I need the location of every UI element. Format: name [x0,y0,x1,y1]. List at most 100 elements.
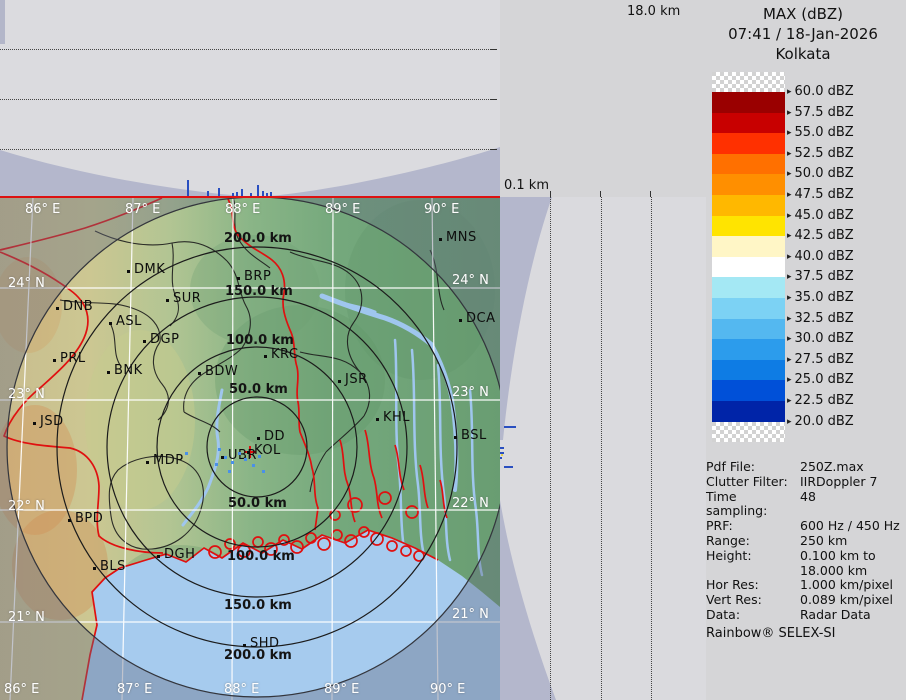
legend-entry: ▸60.0 dBZ [787,84,854,99]
legend-entry: ▸25.0 dBZ [787,372,854,387]
metadata-row: 18.000 km [706,564,906,579]
metadata-label: Pdf File: [706,460,800,475]
city-label: DNB [63,299,93,314]
legend-arrow-icon: ▸ [787,293,792,303]
panel-edge-strip [0,0,5,44]
graticule-label: 87° E [117,682,152,697]
city-dot [243,644,246,647]
city-dot [338,380,341,383]
echo-mark [252,464,255,467]
metadata-value: 18.000 km [800,564,906,579]
echo-mark [185,452,188,455]
range-ring-label: 50.0 km [229,382,288,397]
metadata-row: Height:0.100 km to [706,549,906,564]
city-label: JSD [40,414,64,429]
legend-arrow-icon: ▸ [787,396,792,406]
blind-cone-wedge-right [500,197,706,700]
metadata-label: Range: [706,534,800,549]
legend-checker-top [712,72,785,92]
metadata-value: 0.089 km/pixel [800,593,906,608]
legend-value-label: 40.0 dBZ [795,249,854,264]
echo-mark [231,461,234,464]
echo-mark [258,455,261,458]
top-height-projection-panel [0,0,500,197]
legend-value-label: 32.5 dBZ [795,311,854,326]
city-dot [127,270,130,273]
metadata-label: PRF: [706,519,800,534]
product-header: MAX (dBZ) 07:41 / 18-Jan-2026 Kolkata [700,4,906,64]
legend-checker-bottom [712,422,785,442]
city-dot [68,519,71,522]
legend-value-label: 57.5 dBZ [795,105,854,120]
echo-spike [187,180,189,196]
legend-entry: ▸20.0 dBZ [787,414,854,429]
legend-value-label: 47.5 dBZ [795,187,854,202]
city-dot [454,436,457,439]
echo-mark [224,456,227,459]
city-dot [109,322,112,325]
legend-band [712,277,785,298]
legend-band [712,174,785,195]
graticule-label: 24° N [452,273,489,288]
right-height-projection-panel [500,197,706,700]
graticule-label: 88° E [224,682,259,697]
metadata-row: Time sampling:48 [706,490,906,520]
legend-entry: ▸50.0 dBZ [787,166,854,181]
city-label: MDP [153,453,184,468]
legend-band [712,380,785,401]
echo-mark [215,463,218,466]
city-label: SUR [173,291,201,306]
legend-value-label: 52.5 dBZ [795,146,854,161]
legend-value-label: 30.0 dBZ [795,331,854,346]
legend-entry: ▸22.5 dBZ [787,393,854,408]
metadata-value: 1.000 km/pixel [800,578,906,593]
legend-value-label: 42.5 dBZ [795,228,854,243]
city-label: DD [264,429,285,444]
max-height-axis-label: 18.0 km [627,4,680,19]
legend-arrow-icon: ▸ [787,252,792,262]
legend-band [712,298,785,319]
city-dot [264,355,267,358]
metadata-row: Data:Radar Data [706,608,906,623]
legend-arrow-icon: ▸ [787,417,792,427]
echo-dash [504,466,513,468]
city-dot [376,418,379,421]
legend-value-label: 45.0 dBZ [795,208,854,223]
legend-entry: ▸55.0 dBZ [787,125,854,140]
echo-dash [504,426,516,428]
legend-band [712,92,785,113]
radar-display-window: 18.0 km 0.1 km [0,0,906,700]
echo-spike [218,188,220,196]
city-label: BNK [114,363,143,378]
metadata-label [706,564,800,579]
metadata-label: Vert Res: [706,593,800,608]
city-label: PRL [60,351,86,366]
legend-band [712,236,785,257]
range-ring-label: 100.0 km [227,549,295,564]
software-brand: Rainbow® SELEX-SI [706,626,836,641]
city-dot [143,340,146,343]
legend-arrow-icon: ▸ [787,314,792,324]
range-ring-label: 150.0 km [224,598,292,613]
legend-entry: ▸30.0 dBZ [787,331,854,346]
metadata-value: 250Z.max [800,460,906,475]
city-label: BDW [205,364,238,379]
city-label: BSL [461,428,487,443]
graticule-label: 22° N [8,499,45,514]
city-label: BPD [75,511,103,526]
legend-value-label: 20.0 dBZ [795,414,854,429]
legend-band [712,401,785,422]
metadata-value: IIRDoppler 7 [800,475,906,490]
legend-value-label: 25.0 dBZ [795,372,854,387]
legend-band [712,319,785,340]
metadata-row: Clutter Filter:IIRDoppler 7 [706,475,906,490]
metadata-label: Time sampling: [706,490,800,520]
graticule-label: 88° E [225,202,260,217]
legend-value-label: 37.5 dBZ [795,269,854,284]
legend-entry: ▸52.5 dBZ [787,146,854,161]
city-label: DCA [466,311,495,326]
legend-arrow-icon: ▸ [787,355,792,365]
city-dot [93,567,96,570]
legend-entry: ▸40.0 dBZ [787,249,854,264]
city-dot [56,307,59,310]
